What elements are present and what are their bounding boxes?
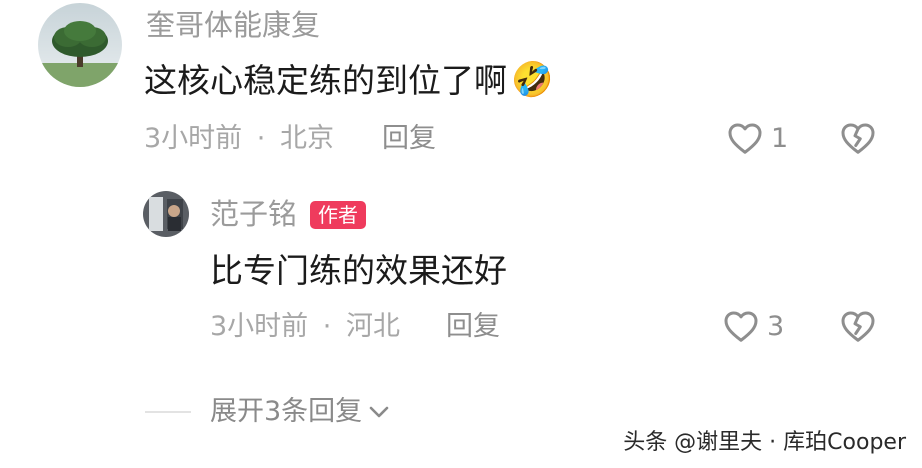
comment-reply-button[interactable]: 回复 <box>382 125 436 152</box>
comment-location: 北京 <box>279 123 334 154</box>
author-avatar-image <box>143 191 189 237</box>
broken-heart-icon <box>841 123 875 154</box>
comment-like-button[interactable]: 1 <box>727 121 788 155</box>
broken-heart-icon <box>841 311 875 342</box>
comment-like-count: 1 <box>771 122 789 154</box>
expand-replies-button[interactable]: 展开3条回复 <box>210 398 390 425</box>
comment-time: 3小时前 <box>144 123 243 154</box>
comment-text-row: 这核心稳定练的到位了啊 🤣 <box>144 63 553 97</box>
comment-dislike-button[interactable] <box>840 121 876 159</box>
reply-meta: 3小时前 · 河北 <box>210 313 400 340</box>
heart-outline-icon <box>724 311 758 342</box>
meta-separator: · <box>322 311 332 342</box>
reply-dislike-button[interactable] <box>840 309 876 347</box>
reply-like-count: 3 <box>767 310 785 342</box>
reply-like-button[interactable]: 3 <box>723 309 784 343</box>
commenter-avatar[interactable] <box>38 3 122 87</box>
tree-avatar-image <box>38 3 122 87</box>
author-badge: 作者 <box>310 201 366 229</box>
chevron-down-icon <box>369 406 389 417</box>
commenter-username[interactable]: 奎哥体能康复 <box>146 11 320 40</box>
expand-divider <box>145 411 191 413</box>
heart-outline-icon <box>728 123 762 154</box>
reply-time: 3小时前 <box>210 311 309 342</box>
comment-text: 这核心稳定练的到位了啊 <box>144 60 507 100</box>
meta-separator: · <box>256 123 266 154</box>
reply-text: 比专门练的效果还好 <box>210 251 507 290</box>
comment-meta: 3小时前 · 北京 <box>144 125 334 152</box>
expand-replies-label: 展开3条回复 <box>210 396 363 427</box>
reply-username[interactable]: 范子铭 <box>210 200 297 229</box>
watermark: 头条 @谢里夫 · 库珀Cooper <box>623 430 906 455</box>
reply-author-avatar[interactable] <box>143 191 189 237</box>
laughing-emoji-icon: 🤣 <box>511 60 554 100</box>
reply-location: 河北 <box>345 311 400 342</box>
reply-reply-button[interactable]: 回复 <box>446 313 500 340</box>
